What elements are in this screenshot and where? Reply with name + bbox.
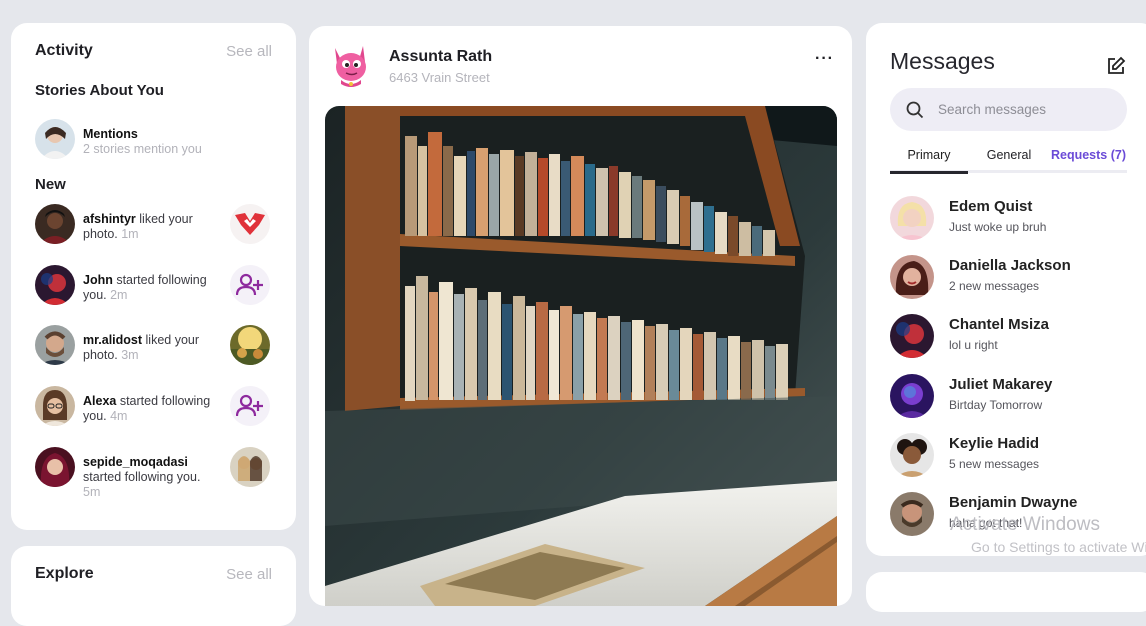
activity-user[interactable]: afshintyr <box>83 212 136 226</box>
contact-avatar <box>890 196 934 240</box>
message-preview: 2 new messages <box>949 279 1040 293</box>
mentions-text: Mentions 2 stories mention you <box>83 127 202 157</box>
contact-name: Benjamin Dwayne <box>949 494 1078 511</box>
post-location: 6463 Vrain Street <box>389 70 490 85</box>
explore-title: Explore <box>35 565 94 582</box>
message-preview: Just woke up bruh <box>949 220 1047 234</box>
photo-thumbnail[interactable] <box>230 447 270 487</box>
bookshelf-photo <box>325 106 837 606</box>
user-avatar <box>35 447 75 487</box>
activity-text: Alexa started following you. 4m <box>83 394 218 424</box>
user-avatar <box>35 265 75 305</box>
follow-back-button[interactable] <box>230 386 270 426</box>
activity-title: Activity <box>35 42 93 59</box>
message-tabs: Primary General Requests (7) <box>890 141 1127 174</box>
add-user-icon <box>236 394 263 417</box>
search-icon <box>906 101 924 119</box>
photo-thumbnail[interactable] <box>230 325 270 365</box>
contact-avatar <box>890 433 934 477</box>
mentions-label: Mentions <box>83 127 138 141</box>
contact-avatar <box>890 314 934 358</box>
contact-name: Keylie Hadid <box>949 435 1040 452</box>
tab-primary[interactable]: Primary <box>890 141 968 174</box>
tab-requests[interactable]: Requests (7) <box>1050 141 1127 171</box>
contact-avatar <box>890 255 934 299</box>
message-preview: 5 new messages <box>949 457 1040 471</box>
activity-user[interactable]: mr.alidost <box>83 333 142 347</box>
post-author-avatar[interactable] <box>325 40 375 90</box>
messages-title: Messages <box>890 48 995 74</box>
activity-see-all-link[interactable]: See all <box>226 43 272 60</box>
mentions-avatar <box>35 119 75 159</box>
contact-name: Daniella Jackson <box>949 257 1071 274</box>
message-item[interactable]: Juliet Makarey Birtday Tomorrow <box>890 374 1130 420</box>
message-item[interactable]: Chantel Msiza lol u right <box>890 314 1130 360</box>
activity-time: 4m <box>110 409 128 423</box>
activity-user[interactable]: sepide_moqadasi <box>83 455 188 469</box>
logo-icon[interactable] <box>230 204 270 244</box>
post-author-name[interactable]: Assunta Rath <box>389 48 492 66</box>
messages-card: Messages Primary General Requests (7) Ed… <box>866 23 1146 556</box>
explore-card: Explore See all <box>11 546 296 626</box>
contact-avatar <box>890 374 934 418</box>
activity-text: sepide_moqadasi started following you. 5… <box>83 455 218 500</box>
activity-text: afshintyr liked your photo. 1m <box>83 212 218 242</box>
activate-windows-watermark: Activate Windows <box>950 514 1100 535</box>
message-search-box[interactable] <box>890 88 1127 131</box>
user-avatar <box>35 325 75 365</box>
edit-icon <box>1108 56 1126 74</box>
activity-time: 1m <box>121 227 139 241</box>
contact-avatar <box>890 492 934 536</box>
message-item[interactable]: Keylie Hadid 5 new messages <box>890 433 1130 479</box>
activity-time: 5m <box>83 485 101 499</box>
post-options-button[interactable]: ··· <box>815 50 834 68</box>
search-input[interactable] <box>936 101 1110 118</box>
activity-time: 3m <box>121 348 139 362</box>
new-section-title: New <box>35 176 66 193</box>
contact-name: Juliet Makarey <box>949 376 1053 393</box>
contact-name: Edem Quist <box>949 198 1033 215</box>
post-card: Assunta Rath 6463 Vrain Street ··· <box>309 26 852 606</box>
message-preview: lol u right <box>949 338 998 352</box>
message-preview: Birtday Tomorrow <box>949 398 1043 412</box>
explore-header: Explore See all <box>35 565 272 583</box>
add-user-icon <box>236 273 263 296</box>
user-avatar <box>35 204 75 244</box>
mentions-sub: 2 stories mention you <box>83 142 202 156</box>
stories-title: Stories About You <box>35 82 164 99</box>
activity-user[interactable]: Alexa <box>83 394 116 408</box>
activate-windows-subtext: Go to Settings to activate Windows. <box>971 539 1146 555</box>
post-image[interactable] <box>325 106 837 606</box>
compose-message-button[interactable] <box>1106 56 1126 76</box>
message-item[interactable]: Daniella Jackson 2 new messages <box>890 255 1130 301</box>
activity-text: John started following you. 2m <box>83 273 218 303</box>
activity-text: mr.alidost liked your photo. 3m <box>83 333 218 363</box>
activity-header: Activity See all <box>35 42 272 60</box>
activity-user[interactable]: John <box>83 273 113 287</box>
user-avatar <box>35 386 75 426</box>
activity-time: 2m <box>110 288 128 302</box>
activity-action: started following you. <box>83 470 201 484</box>
follow-back-button[interactable] <box>230 265 270 305</box>
message-item[interactable]: Edem Quist Just woke up bruh <box>890 196 1130 242</box>
activity-card: Activity See all Stories About You Menti… <box>11 23 296 530</box>
contact-name: Chantel Msiza <box>949 316 1050 333</box>
right-lower-card <box>866 572 1146 612</box>
tab-general[interactable]: General <box>970 141 1048 171</box>
